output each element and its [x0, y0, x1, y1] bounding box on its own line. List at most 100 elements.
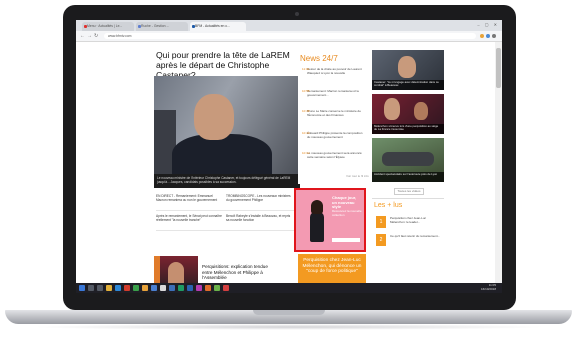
- taskbar-clock[interactable]: 11:05 16/10/2018: [481, 283, 496, 292]
- video-thumb[interactable]: Castaner: "Je m'engage avec déterminatio…: [372, 50, 444, 90]
- news-time: 11:02: [302, 67, 310, 71]
- most-read-rank: 2: [376, 234, 386, 246]
- app-icon[interactable]: [214, 285, 220, 291]
- edge-icon[interactable]: [115, 285, 121, 291]
- ad-title: Chaque jour, un nouveau style: [332, 195, 357, 210]
- thumb-figure: [384, 98, 400, 120]
- story-link[interactable]: TROMBINOSCOPE - Les nouveaux ministres d…: [226, 194, 292, 202]
- app-icon[interactable]: [205, 285, 211, 291]
- hero-image[interactable]: [154, 76, 300, 174]
- window-controls[interactable]: – ▢ ✕: [477, 22, 499, 27]
- app-icon[interactable]: [178, 285, 184, 291]
- tab-label: Ruche - Gestion ...: [141, 24, 170, 28]
- thumb-figure: [414, 102, 428, 120]
- scrollbar[interactable]: [495, 42, 502, 283]
- story-link[interactable]: EN DIRECT - Remaniement: Emmanuel Macron…: [156, 194, 222, 202]
- scrollbar-thumb[interactable]: [496, 48, 501, 88]
- tab-favicon-icon: [137, 25, 141, 28]
- file-explorer-icon[interactable]: [106, 285, 112, 291]
- taskbar: 11:05 16/10/2018: [76, 283, 502, 293]
- thumb-figure: [398, 56, 416, 78]
- story-link[interactable]: Après le remaniement, le Sénat peut conn…: [156, 214, 222, 222]
- laptop-notch: [253, 310, 325, 315]
- news-item[interactable]: 10:40 Édouard Philippe présente la compo…: [302, 131, 366, 139]
- news-feed: News 24/7 11:02 Retour de la droite au p…: [298, 54, 370, 184]
- hero-caption: Le nouveau ministre de l'Intérieur Chris…: [154, 174, 300, 188]
- address-bar-row: ← → ↻ www.bfmtv.com: [76, 31, 502, 42]
- video-thumb[interactable]: Mélenchon s'énerve lors d'une perquisiti…: [372, 94, 444, 134]
- tab-label: Menu · Actualités | Le...: [87, 24, 123, 28]
- news-time: 10:32: [302, 151, 310, 155]
- camera: [295, 12, 299, 16]
- thumb-caption: Accident spectaculaire sur l'autoroute p…: [372, 172, 444, 182]
- news-time: 10:40: [302, 131, 310, 135]
- video-thumb[interactable]: Accident spectaculaire sur l'autoroute p…: [372, 138, 444, 182]
- promo-box[interactable]: Perquisition chez Jean-Luc Mélenchon, qu…: [298, 254, 366, 283]
- app-icon[interactable]: [124, 285, 130, 291]
- url-input[interactable]: www.bfmtv.com: [104, 33, 476, 39]
- extension-icon[interactable]: [480, 34, 484, 38]
- news-item[interactable]: 11:02 Retour de la droite au pouvoir de …: [302, 67, 366, 75]
- news-feed-header: News 24/7: [300, 54, 338, 63]
- app-icon[interactable]: [133, 285, 139, 291]
- side-story-title[interactable]: Perquisitions: explication tendue entre …: [202, 264, 278, 281]
- ad-model-figure: [308, 200, 326, 244]
- app-icon[interactable]: [223, 285, 229, 291]
- divider: [156, 230, 296, 231]
- highlighted-advertisement[interactable]: Chaque jour, un nouveau style Découvrez …: [294, 188, 366, 252]
- news-text: Bruno Le Maire conserve le ministère de …: [307, 109, 361, 117]
- tab-favicon-icon: [191, 25, 195, 28]
- news-item[interactable]: 10:55 Remaniement: Macron remaniera-t-il…: [302, 89, 366, 97]
- hero-figure-face: [194, 94, 234, 140]
- forward-icon[interactable]: →: [87, 33, 92, 39]
- most-read-rank: 1: [376, 216, 386, 228]
- back-icon[interactable]: ←: [80, 33, 85, 39]
- side-story-image[interactable]: [154, 256, 198, 283]
- reload-icon[interactable]: ↻: [94, 33, 98, 39]
- news-text: Remaniement: Macron remaniera-t-il le go…: [307, 89, 360, 97]
- promo-text: Perquisition chez Jean-Luc Mélenchon, qu…: [302, 258, 362, 275]
- chrome-icon[interactable]: [187, 285, 193, 291]
- news-more-link[interactable]: Voir tout le fil info: [346, 174, 369, 178]
- news-item[interactable]: 10:48 Bruno Le Maire conserve le ministè…: [302, 109, 366, 117]
- laptop-shadow: [30, 324, 547, 330]
- most-read-header: Les + lus: [374, 202, 403, 209]
- task-view-icon[interactable]: [97, 285, 103, 291]
- browser-tab[interactable]: Menu · Actualités | Le...: [82, 22, 134, 31]
- url-text: www.bfmtv.com: [108, 34, 132, 38]
- ad-text: Découvrez la nouvelle collection: [332, 209, 362, 217]
- app-icon[interactable]: [196, 285, 202, 291]
- search-icon[interactable]: [88, 285, 94, 291]
- app-icon[interactable]: [151, 285, 157, 291]
- thumb-caption: Mélenchon s'énerve lors d'une perquisiti…: [372, 124, 444, 134]
- most-read-item[interactable]: 1 Perquisition chez Jean-Luc Mélenchon: …: [376, 216, 444, 230]
- news-text: Le nouveau gouvernement sera annoncé cet…: [307, 151, 362, 159]
- menu-icon[interactable]: [492, 34, 496, 38]
- divider: [156, 210, 296, 211]
- news-item[interactable]: 10:32 Le nouveau gouvernement sera annon…: [302, 151, 366, 159]
- clock-date: 16/10/2018: [480, 287, 496, 292]
- news-text: Retour de la droite au pouvoir de Lauren…: [307, 67, 362, 75]
- ad-footer-bar: [332, 238, 360, 242]
- most-read-text: Perquisition chez Jean-Luc Mélenchon: le…: [390, 216, 427, 224]
- image-person: [168, 262, 184, 283]
- app-icon[interactable]: [160, 285, 166, 291]
- app-icon[interactable]: [169, 285, 175, 291]
- divider: [372, 198, 444, 199]
- ad-model-hair: [311, 200, 323, 214]
- browser-tab-bar: Menu · Actualités | Le... Ruche - Gestio…: [76, 20, 502, 31]
- browser-tab[interactable]: Ruche - Gestion ...: [136, 22, 188, 31]
- page-content: Qui pour prendre la tête de LaREM après …: [76, 42, 502, 283]
- browser-tab-active[interactable]: BFM - Actualités en c...: [190, 22, 246, 31]
- news-time: 10:48: [302, 109, 310, 113]
- hero-figure-suit: [172, 134, 272, 174]
- thumb-caption: Castaner: "Je m'engage avec déterminatio…: [372, 80, 444, 90]
- image-stripe: [154, 256, 160, 283]
- app-icon[interactable]: [142, 285, 148, 291]
- windows-start-icon[interactable]: [79, 285, 85, 291]
- most-read-item[interactable]: 2 Ce qu'il faut retenir du remaniement..…: [376, 234, 444, 248]
- story-link[interactable]: Benoît Rabeyle s'installe à Beauvau, et …: [226, 214, 292, 222]
- extension-icon[interactable]: [486, 34, 490, 38]
- more-videos-button[interactable]: Toutes les vidéos: [394, 188, 424, 195]
- news-time: 10:55: [302, 89, 310, 93]
